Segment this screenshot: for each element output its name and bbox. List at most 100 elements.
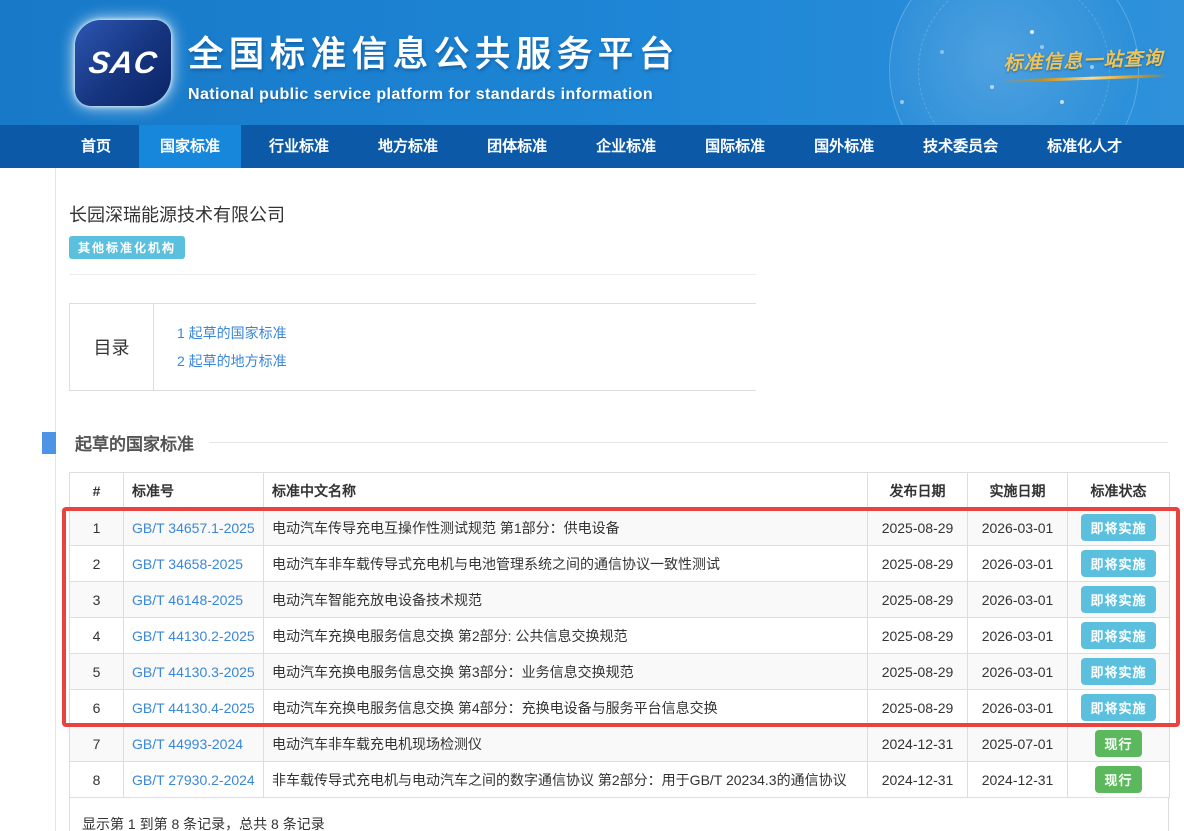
publish-date-cell: 2024-12-31 — [868, 726, 968, 762]
publish-date-cell: 2025-08-29 — [868, 690, 968, 726]
status-badge: 即将实施 — [1081, 622, 1155, 649]
nav-item-8[interactable]: 国外标准 — [793, 125, 895, 168]
table-row: 1 GB/T 34657.1-2025 电动汽车传导充电互操作性测试规范 第1部分：… — [70, 510, 1170, 546]
standard-name-cell: 非车载传导式充电机与电动汽车之间的数字通信协议 第2部分：用于GB/T 2023… — [264, 762, 868, 798]
table-row: 4 GB/T 44130.2-2025 电动汽车充换电服务信息交换 第2部分: 公共… — [70, 618, 1170, 654]
row-index: 2 — [70, 546, 124, 582]
publish-date-cell: 2024-12-31 — [868, 762, 968, 798]
implement-date-cell: 2026-03-01 — [968, 654, 1068, 690]
row-index: 6 — [70, 690, 124, 726]
nav-item-2[interactable]: 国家标准 — [139, 125, 241, 168]
standard-number-link[interactable]: GB/T 27930.2-2024 — [132, 772, 255, 788]
nav-item-9[interactable]: 技术委员会 — [902, 125, 1019, 168]
table-body: 1 GB/T 34657.1-2025 电动汽车传导充电互操作性测试规范 第1部分：… — [70, 510, 1170, 798]
main-nav: 首页国家标准行业标准地方标准团体标准企业标准国际标准国外标准技术委员会标准化人才 — [0, 125, 1184, 168]
status-cell: 即将实施 — [1068, 654, 1170, 690]
status-cell: 现行 — [1068, 762, 1170, 798]
row-index: 5 — [70, 654, 124, 690]
table-row: 2GB/T 34658-2025电动汽车非车载传导式充电机与电池管理系统之间的通… — [70, 546, 1170, 582]
section-title: 起草的国家标准 — [75, 430, 194, 455]
table-row: 6 GB/T 44130.4-2025 电动汽车充换电服务信息交换 第4部分：充换电… — [70, 690, 1170, 726]
column-header-1: # — [70, 473, 124, 510]
standard-number-link[interactable]: GB/T 46148-2025 — [132, 592, 243, 608]
column-header-3: 标准中文名称 — [264, 473, 868, 510]
header-slogan-text: 标准信息一站查询 — [1000, 43, 1166, 76]
toc-links: 1 起草的国家标准2 起草的地方标准 — [154, 304, 287, 390]
standard-name-cell: 电动汽车传导充电互操作性测试规范 第1部分：供电设备 — [264, 510, 868, 546]
implement-date-cell: 2026-03-01 — [968, 510, 1068, 546]
status-badge: 即将实施 — [1081, 514, 1155, 541]
table-header-row: #标准号标准中文名称发布日期实施日期标准状态 — [70, 473, 1170, 510]
nav-item-4[interactable]: 地方标准 — [357, 125, 459, 168]
company-type-badge: 其他标准化机构 — [69, 236, 185, 259]
header-slogan: 标准信息一站查询 — [1000, 43, 1166, 83]
table-row: 8 GB/T 27930.2-2024 非车载传导式充电机与电动汽车之间的数字通信协… — [70, 762, 1170, 798]
std-no-cell: GB/T 34657.1-2025 — [124, 510, 264, 546]
column-header-2: 标准号 — [124, 473, 264, 510]
table-row: 5 GB/T 44130.3-2025 电动汽车充换电服务信息交换 第3部分：业务信… — [70, 654, 1170, 690]
standard-number-link[interactable]: GB/T 44130.3-2025 — [132, 664, 255, 680]
status-badge: 即将实施 — [1081, 694, 1155, 721]
row-index: 7 — [70, 726, 124, 762]
records-summary: 显示第 1 到第 8 条记录，总共 8 条记录 — [69, 798, 1169, 831]
implement-date-cell: 2026-03-01 — [968, 546, 1068, 582]
standards-table: #标准号标准中文名称发布日期实施日期标准状态 1 GB/T 34657.1-202… — [69, 472, 1170, 798]
column-header-4: 发布日期 — [868, 473, 968, 510]
standard-number-link[interactable]: GB/T 44130.2-2025 — [132, 628, 255, 644]
implement-date-cell: 2026-03-01 — [968, 582, 1068, 618]
table-row: 7 GB/T 44993-2024 电动汽车非车载充电机现场检测仪2024-12-3… — [70, 726, 1170, 762]
standard-name-cell: 电动汽车充换电服务信息交换 第2部分: 公共信息交换规范 — [264, 618, 868, 654]
toc-label: 目录 — [70, 304, 154, 390]
implement-date-cell: 2026-03-01 — [968, 690, 1068, 726]
nav-item-3[interactable]: 行业标准 — [248, 125, 350, 168]
publish-date-cell: 2025-08-29 — [868, 654, 968, 690]
section-marker — [42, 432, 56, 454]
status-badge: 即将实施 — [1081, 658, 1155, 685]
status-badge: 即将实施 — [1081, 550, 1155, 577]
status-cell: 即将实施 — [1068, 618, 1170, 654]
nav-item-6[interactable]: 企业标准 — [575, 125, 677, 168]
publish-date-cell: 2025-08-29 — [868, 618, 968, 654]
standard-name-cell: 电动汽车充换电服务信息交换 第4部分：充换电设备与服务平台信息交换 — [264, 690, 868, 726]
status-cell: 现行 — [1068, 726, 1170, 762]
standard-number-link[interactable]: GB/T 34658-2025 — [132, 556, 243, 572]
publish-date-cell: 2025-08-29 — [868, 510, 968, 546]
page-title-company-name: 长园深瑞能源技术有限公司 — [69, 168, 1184, 227]
standard-number-link[interactable]: GB/T 44993-2024 — [132, 736, 243, 752]
std-no-cell: GB/T 44130.3-2025 — [124, 654, 264, 690]
nav-item-5[interactable]: 团体标准 — [466, 125, 568, 168]
nav-item-1[interactable]: 首页 — [60, 125, 132, 168]
site-title: 全国标准信息公共服务平台 — [188, 26, 680, 77]
header-titles: 全国标准信息公共服务平台 National public service pla… — [188, 26, 680, 104]
column-header-6: 标准状态 — [1068, 473, 1170, 510]
toc-box: 目录 1 起草的国家标准2 起草的地方标准 — [69, 303, 756, 391]
std-no-cell: GB/T 27930.2-2024 — [124, 762, 264, 798]
standard-name-cell: 电动汽车充换电服务信息交换 第3部分：业务信息交换规范 — [264, 654, 868, 690]
row-index: 1 — [70, 510, 124, 546]
sac-logo[interactable]: SAC — [75, 20, 171, 106]
toc-link-1[interactable]: 1 起草的国家标准 — [177, 319, 287, 347]
implement-date-cell: 2025-07-01 — [968, 726, 1068, 762]
standards-table-panel: #标准号标准中文名称发布日期实施日期标准状态 1 GB/T 34657.1-202… — [69, 472, 1169, 831]
toc-link-2[interactable]: 2 起草的地方标准 — [177, 347, 287, 375]
publish-date-cell: 2025-08-29 — [868, 546, 968, 582]
section-header: 起草的国家标准 — [69, 430, 1184, 455]
sac-logo-text: SAC — [86, 45, 160, 81]
implement-date-cell: 2026-03-01 — [968, 618, 1068, 654]
divider — [69, 274, 756, 275]
row-index: 8 — [70, 762, 124, 798]
standard-number-link[interactable]: GB/T 44130.4-2025 — [132, 700, 255, 716]
status-cell: 即将实施 — [1068, 546, 1170, 582]
row-index: 3 — [70, 582, 124, 618]
site-subtitle: National public service platform for sta… — [188, 86, 680, 104]
nav-item-7[interactable]: 国际标准 — [684, 125, 786, 168]
standard-number-link[interactable]: GB/T 34657.1-2025 — [132, 520, 255, 536]
standard-name-cell: 电动汽车非车载充电机现场检测仪 — [264, 726, 868, 762]
std-no-cell: GB/T 44130.2-2025 — [124, 618, 264, 654]
row-index: 4 — [70, 618, 124, 654]
column-header-5: 实施日期 — [968, 473, 1068, 510]
site-header: SAC 全国标准信息公共服务平台 National public service… — [0, 0, 1184, 125]
nav-item-10[interactable]: 标准化人才 — [1026, 125, 1143, 168]
standard-name-cell: 电动汽车智能充放电设备技术规范 — [264, 582, 868, 618]
status-cell: 即将实施 — [1068, 510, 1170, 546]
